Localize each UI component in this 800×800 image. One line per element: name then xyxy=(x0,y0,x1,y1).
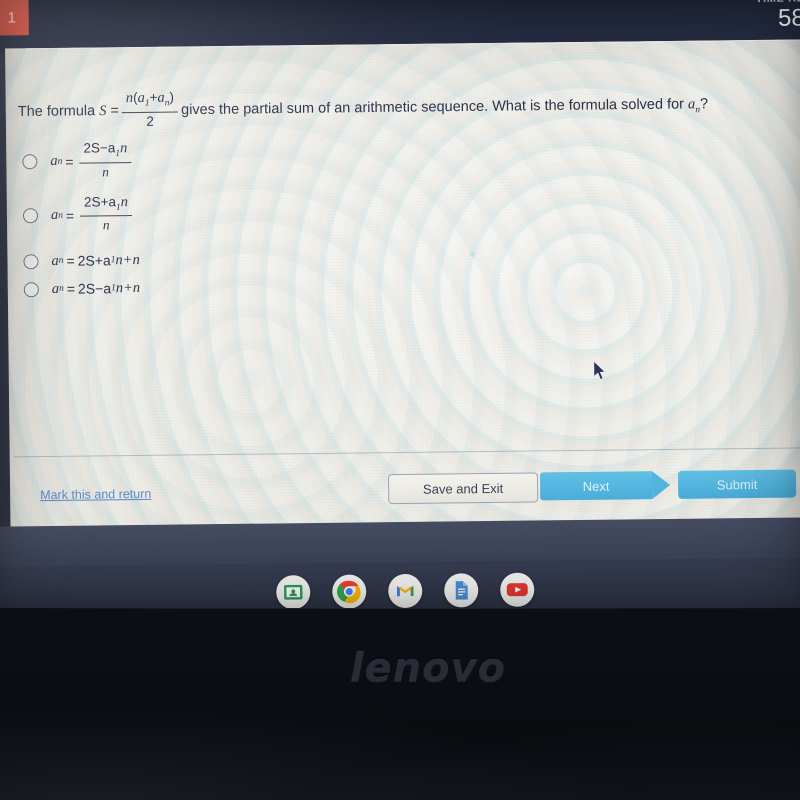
chromeos-shelf xyxy=(0,557,800,608)
option-a-num-tail: n xyxy=(119,140,128,157)
laptop-body xyxy=(0,600,800,800)
screen-content: 1 TIME RE 58 The formula S = n(a1+an) xyxy=(0,0,800,608)
question-tail: gives the partial sum of an arithmetic s… xyxy=(180,96,689,119)
option-a-equals: = xyxy=(65,153,74,170)
timer: TIME RE 58 xyxy=(756,0,800,32)
mark-this-and-return-link[interactable]: Mark this and return xyxy=(40,487,151,502)
photo-of-laptop: lenovo 1 TIME RE 58 The formula S = xyxy=(0,0,800,800)
option-c-expr-head: 2S+a xyxy=(77,252,111,270)
lenovo-logo: lenovo xyxy=(349,645,507,691)
chromeos-desktop xyxy=(0,517,800,608)
question-fraction: n(a1+an) 2 xyxy=(121,89,179,129)
formula-equals: = xyxy=(110,102,120,119)
option-a-label: an = 2S−a1n n xyxy=(50,140,135,181)
next-button[interactable]: Next xyxy=(539,471,653,501)
option-c-lhs-sub: n xyxy=(58,256,64,267)
option-d[interactable]: an = 2S−a 1 n+n xyxy=(23,274,424,301)
question-text: The formula S = n(a1+an) 2 gives the par… xyxy=(18,85,796,132)
gmail-icon[interactable] xyxy=(388,573,423,608)
option-b[interactable]: an = 2S+a1n n xyxy=(22,192,423,235)
option-b-label: an = 2S+a1n n xyxy=(51,193,136,235)
option-d-equals: = xyxy=(66,281,76,298)
fraction-numerator: n(a1+an) xyxy=(122,89,178,112)
option-a[interactable]: an = 2S−a1n n xyxy=(22,139,422,181)
option-c-label: an = 2S+a 1 n+n xyxy=(51,252,140,270)
option-b-equals: = xyxy=(65,207,75,224)
option-b-numerator: 2S+a1n xyxy=(80,193,132,216)
option-a-radio[interactable] xyxy=(22,154,38,170)
submit-button[interactable]: Submit xyxy=(677,469,797,499)
option-a-num-head: 2S−a xyxy=(83,140,116,156)
question-lead: The formula xyxy=(17,103,96,121)
option-a-fraction: 2S−a1n n xyxy=(79,140,132,180)
option-b-lhs-sub: n xyxy=(58,210,64,221)
chrome-icon[interactable] xyxy=(332,574,367,608)
option-c-expr-tail: n+n xyxy=(115,251,140,269)
save-and-exit-button[interactable]: Save and Exit xyxy=(387,472,539,505)
footer-divider xyxy=(13,447,800,458)
option-d-expr-tail: n+n xyxy=(115,279,141,297)
shelf-icon-list xyxy=(0,569,800,608)
option-c-radio[interactable] xyxy=(23,253,39,270)
option-d-lhs-sub: n xyxy=(59,284,64,295)
option-c-equals: = xyxy=(66,253,75,270)
option-d-expr-head: 2S−a xyxy=(77,280,112,298)
option-b-num-head: 2S+a xyxy=(83,193,116,210)
google-classroom-icon[interactable] xyxy=(276,575,311,608)
google-docs-icon[interactable] xyxy=(444,573,479,608)
question-tail-end: ? xyxy=(699,96,709,113)
laptop-screen: 1 TIME RE 58 The formula S = n(a1+an) xyxy=(0,0,800,608)
option-b-denominator: n xyxy=(102,217,110,233)
option-d-label: an = 2S−a 1 n+n xyxy=(52,280,141,298)
option-a-lhs-sub: n xyxy=(57,156,63,167)
option-a-denominator: n xyxy=(102,164,110,180)
option-b-num-tail: n xyxy=(120,193,129,210)
answer-options: an = 2S−a1n n an = 2S+a1n n a n = 2S+a 1… xyxy=(22,139,424,307)
formula-lhs: S xyxy=(99,103,107,120)
option-b-radio[interactable] xyxy=(22,208,39,224)
option-d-radio[interactable] xyxy=(23,281,39,298)
timer-value: 58 xyxy=(777,4,800,32)
option-c[interactable]: an = 2S+a 1 n+n xyxy=(23,246,423,273)
fraction-denominator: 2 xyxy=(146,113,154,129)
num-plus: + xyxy=(149,89,158,105)
youtube-icon[interactable] xyxy=(500,572,535,607)
num-close-paren: ) xyxy=(169,89,175,105)
question-number-badge: 1 xyxy=(0,0,29,36)
option-b-fraction: 2S+a1n n xyxy=(80,193,133,233)
option-a-numerator: 2S−a1n xyxy=(79,140,131,162)
quiz-content-card: The formula S = n(a1+an) 2 gives the par… xyxy=(5,39,800,529)
